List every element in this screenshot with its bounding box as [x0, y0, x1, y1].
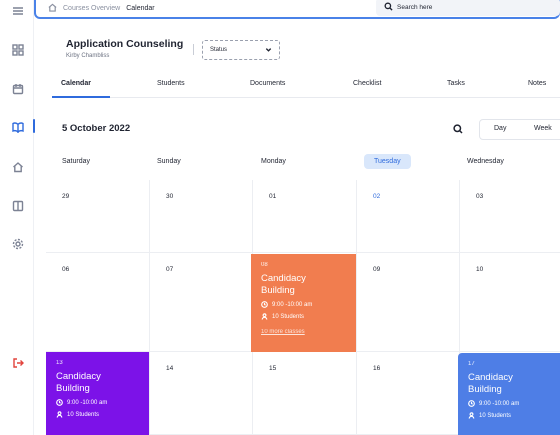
calendar-cell[interactable]: 10 [460, 253, 560, 352]
search-icon [453, 124, 463, 134]
search-icon [384, 0, 393, 16]
cell-date: 03 [476, 193, 484, 200]
event-time-row: 9:00 -10:00 am [468, 400, 560, 407]
tab-tasks[interactable]: Tasks [447, 80, 465, 87]
calendar-icon[interactable] [11, 82, 24, 95]
tab-notes[interactable]: Notes [528, 80, 546, 87]
page-title: Application Counseling [66, 38, 184, 50]
calendar-cell[interactable]: 09 [357, 253, 460, 352]
calendar-cell[interactable]: 29 [46, 180, 150, 253]
day-header-tuesday[interactable]: Tuesday [364, 154, 411, 169]
day-header-monday: Monday [261, 158, 286, 165]
day-header-sunday: Sunday [157, 158, 181, 165]
view-toggle: Day Week [479, 119, 560, 140]
cell-date: 01 [269, 193, 277, 200]
tab-bar: Calendar Students Documents Checklist Ta… [52, 74, 560, 98]
event-students-row: 10 Students [261, 313, 356, 320]
active-tab-indicator [52, 96, 110, 98]
cell-date-today: 02 [373, 193, 381, 200]
calendar-cell[interactable]: 06 [46, 253, 150, 352]
cell-date: 09 [373, 266, 381, 273]
event-time: 9:00 -10:00 am [67, 399, 108, 406]
sidebar-rail [0, 0, 35, 435]
breadcrumb: Courses Overview Calendar [48, 3, 155, 14]
top-bar: Courses Overview Calendar [34, 0, 560, 19]
calendar-cell[interactable]: 01 [253, 180, 357, 253]
event-date: 17 [468, 361, 475, 367]
calendar-cell[interactable]: 14 [150, 352, 253, 435]
logout-icon[interactable] [11, 356, 24, 369]
chevron-down-icon [265, 46, 272, 55]
tab-students[interactable]: Students [157, 80, 185, 87]
cell-date: 15 [269, 365, 277, 372]
cell-date: 30 [166, 193, 174, 200]
settings-icon[interactable] [11, 237, 24, 250]
book-open-icon[interactable] [11, 120, 24, 133]
event-date: 13 [56, 360, 63, 366]
event-students-row: 10 Students [56, 411, 149, 418]
clock-icon [56, 399, 63, 406]
calendar-cell[interactable]: 16 [357, 352, 460, 435]
event-students: 10 Students [479, 412, 512, 419]
user-icon [261, 313, 268, 320]
calendar-cell[interactable]: 03 [460, 180, 560, 253]
calendar-cell[interactable]: 07 [150, 253, 253, 352]
event-title: Candidacy Building [56, 371, 101, 394]
calendar-search-button[interactable] [449, 120, 467, 138]
event-time: 9:00 -10:00 am [272, 301, 313, 308]
home-icon[interactable] [11, 160, 24, 173]
cell-date: 10 [476, 266, 484, 273]
calendar-cell[interactable]: 02 [357, 180, 460, 253]
view-week-button[interactable]: Week [534, 125, 552, 132]
menu-icon[interactable] [11, 4, 24, 17]
cell-date: 07 [166, 266, 174, 273]
clock-icon [468, 400, 475, 407]
status-dropdown[interactable]: Status [202, 40, 280, 60]
calendar-cell[interactable]: 15 [253, 352, 357, 435]
event-card[interactable]: 17 Candidacy Building 9:00 -10:00 am 10 … [458, 353, 560, 435]
event-date: 08 [261, 262, 268, 268]
book-icon[interactable] [11, 199, 24, 212]
event-time-row: 9:00 -10:00 am [56, 399, 149, 406]
event-more-link[interactable]: 10 more classes [261, 329, 356, 335]
breadcrumb-current: Calendar [126, 5, 155, 12]
cell-date: 14 [166, 365, 174, 372]
event-card[interactable]: 08 Candidacy Building 9:00 -10:00 am 10 … [251, 254, 356, 352]
view-day-button[interactable]: Day [494, 125, 506, 132]
day-header-saturday: Saturday [62, 158, 91, 165]
user-icon [468, 412, 475, 419]
search-box[interactable] [376, 0, 560, 16]
active-indicator [33, 119, 35, 133]
cell-date: 06 [62, 266, 70, 273]
page-subtitle: Kirby Chambliss [66, 53, 110, 59]
calendar-date-title: 5 October 2022 [62, 123, 131, 134]
event-time: 9:00 -10:00 am [479, 400, 520, 407]
clock-icon [261, 301, 268, 308]
cell-date: 29 [62, 193, 70, 200]
event-card[interactable]: 13 Candidacy Building 9:00 -10:00 am 10 … [46, 352, 149, 435]
home-icon[interactable] [48, 3, 57, 14]
calendar-cell[interactable]: 30 [150, 180, 253, 253]
status-label: Status [210, 47, 228, 53]
event-title: Candidacy Building [261, 273, 306, 296]
user-icon [56, 411, 63, 418]
search-input[interactable] [397, 3, 537, 11]
event-students: 10 Students [272, 313, 305, 320]
event-title: Candidacy Building [468, 372, 513, 395]
event-time-row: 9:00 -10:00 am [261, 301, 356, 308]
tab-checklist[interactable]: Checklist [353, 80, 381, 87]
event-students: 10 Students [67, 411, 100, 418]
tab-calendar[interactable]: Calendar [61, 80, 91, 87]
event-students-row: 10 Students [468, 412, 560, 419]
day-header-wednesday: Wednesday [467, 158, 504, 165]
grid-icon[interactable] [11, 43, 24, 56]
breadcrumb-parent[interactable]: Courses Overview [63, 5, 120, 12]
divider [193, 44, 194, 55]
calendar-grid: 29 30 01 02 03 06 07 09 10 14 15 16 08 C… [46, 180, 560, 435]
tab-documents[interactable]: Documents [250, 80, 285, 87]
cell-date: 16 [373, 365, 381, 372]
